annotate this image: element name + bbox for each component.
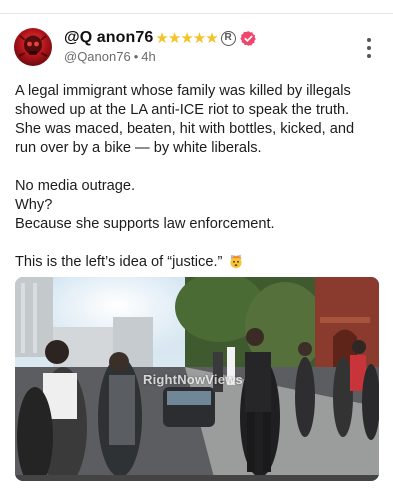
more-options-icon[interactable] <box>365 38 373 58</box>
handle[interactable]: @Qanon76 <box>64 49 131 64</box>
post-time: 4h <box>141 49 156 64</box>
name-row: @Q anon76 ★★★★★ R <box>64 28 257 48</box>
handle-row: @Qanon76 • 4h <box>64 49 156 64</box>
display-name[interactable]: @Q anon76 <box>64 29 153 47</box>
post-text-line: Because she supports law enforcement. <box>15 216 275 232</box>
separator: • <box>133 49 139 64</box>
post-text-line: run over by a bike — by white liberals. <box>15 140 262 156</box>
post-text-line: This is the left’s idea of “justice.” <box>15 254 223 270</box>
post-text-line: She was maced, beaten, hit with bottles,… <box>15 121 355 137</box>
post-header: @Q anon76 ★★★★★ R @Qanon76 • 4h <box>14 28 379 68</box>
star-badges: ★★★★★ <box>155 29 218 47</box>
post-text-last-line: This is the left’s idea of “justice.” <box>15 253 380 272</box>
post-text-line: showed up at the LA anti-ICE riot to spe… <box>15 102 350 118</box>
avatar[interactable] <box>14 28 52 66</box>
registered-icon: R <box>220 30 236 46</box>
top-divider <box>0 13 393 14</box>
post-text-line: Why? <box>15 197 53 213</box>
post-body: A legal immigrant whose family was kille… <box>15 82 380 272</box>
post-text-line: No media outrage. <box>15 178 136 194</box>
skull-avatar-icon <box>18 35 48 57</box>
post-text-line: A legal immigrant whose family was kille… <box>15 83 351 99</box>
exploding-head-emoji-icon <box>230 254 243 269</box>
video-watermark: RightNowViews <box>143 372 243 387</box>
post-video[interactable]: RightNowViews <box>15 277 379 481</box>
verified-badge-icon <box>240 30 256 46</box>
